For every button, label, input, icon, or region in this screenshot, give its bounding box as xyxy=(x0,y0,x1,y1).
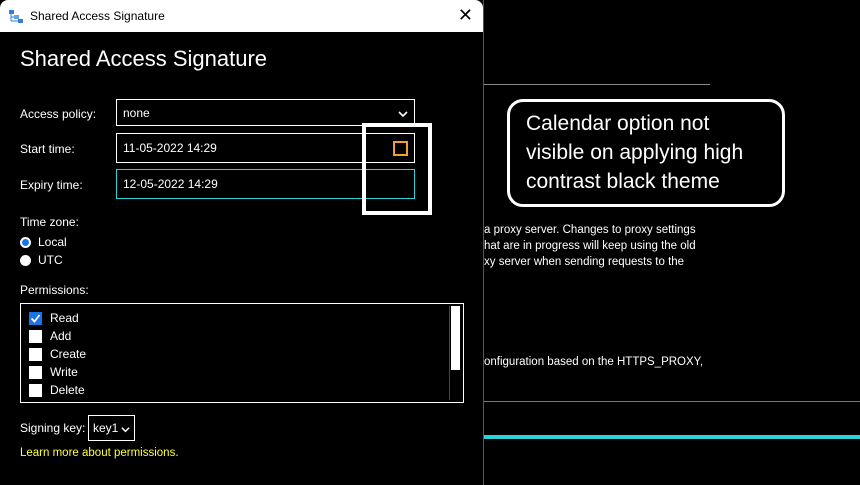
radio-label: UTC xyxy=(38,253,63,267)
storage-explorer-icon xyxy=(8,8,24,24)
signing-key-value: key1 xyxy=(93,421,119,435)
window-title: Shared Access Signature xyxy=(30,9,165,23)
background-divider xyxy=(484,84,710,85)
checkbox-icon xyxy=(29,347,42,361)
permissions-label: Permissions: xyxy=(20,283,89,297)
start-time-value: 11-05-2022 14:29 xyxy=(123,141,217,155)
background-progress-bar xyxy=(484,435,860,439)
radio-selected-icon xyxy=(20,236,31,248)
time-zone-local-radio[interactable]: Local xyxy=(20,235,67,249)
close-button[interactable]: ✕ xyxy=(458,6,473,24)
expiry-time-label: Expiry time: xyxy=(20,178,83,192)
permission-label: Read xyxy=(50,311,79,325)
checkbox-icon xyxy=(29,365,42,379)
annotation-highlight-box xyxy=(362,123,432,215)
signing-key-label: Signing key: xyxy=(20,421,86,435)
permission-create-checkbox[interactable]: Create xyxy=(29,347,86,361)
chevron-down-icon xyxy=(121,423,130,437)
background-text-line: onfiguration based on the HTTPS_PROXY, xyxy=(484,356,704,368)
access-policy-label: Access policy: xyxy=(20,107,97,121)
annotation-callout: Calendar option not visible on applying … xyxy=(507,99,785,207)
permission-delete-checkbox[interactable]: Delete xyxy=(29,383,85,397)
checkbox-checked-icon xyxy=(29,311,42,325)
access-policy-select[interactable]: none xyxy=(116,99,415,126)
time-zone-label: Time zone: xyxy=(20,215,79,229)
permission-write-checkbox[interactable]: Write xyxy=(29,365,78,379)
signing-key-select[interactable]: key1 xyxy=(88,415,135,441)
permission-label: Write xyxy=(50,365,78,379)
expiry-time-value: 12-05-2022 14:29 xyxy=(123,177,218,191)
permission-read-checkbox[interactable]: Read xyxy=(29,311,79,325)
permission-add-checkbox[interactable]: Add xyxy=(29,329,71,343)
chevron-down-icon xyxy=(398,108,408,118)
permissions-scrollbar-thumb[interactable] xyxy=(451,306,460,370)
background-text-line: a proxy server. Changes to proxy setting… xyxy=(484,224,696,236)
radio-unselected-icon xyxy=(20,254,31,266)
time-zone-utc-radio[interactable]: UTC xyxy=(20,253,63,267)
radio-label: Local xyxy=(38,235,67,249)
sas-dialog: Shared Access Signature ✕ Shared Access … xyxy=(0,0,484,485)
background-divider xyxy=(484,401,860,402)
permission-label: Create xyxy=(50,347,87,361)
background-text-line: xy server when sending requests to the xyxy=(484,256,685,268)
permission-label: Delete xyxy=(50,383,85,397)
learn-more-link[interactable]: Learn more about permissions. xyxy=(20,447,179,459)
start-time-label: Start time: xyxy=(20,142,75,156)
permissions-list: Read Add Create Write Delete xyxy=(20,303,464,403)
title-bar[interactable]: Shared Access Signature ✕ xyxy=(0,0,483,32)
access-policy-value: none xyxy=(123,105,150,120)
background-text-line: hat are in progress will keep using the … xyxy=(484,240,696,252)
checkbox-icon xyxy=(29,383,42,397)
dialog-heading: Shared Access Signature xyxy=(20,46,268,71)
permission-label: Add xyxy=(50,329,72,343)
checkbox-icon xyxy=(29,329,42,343)
